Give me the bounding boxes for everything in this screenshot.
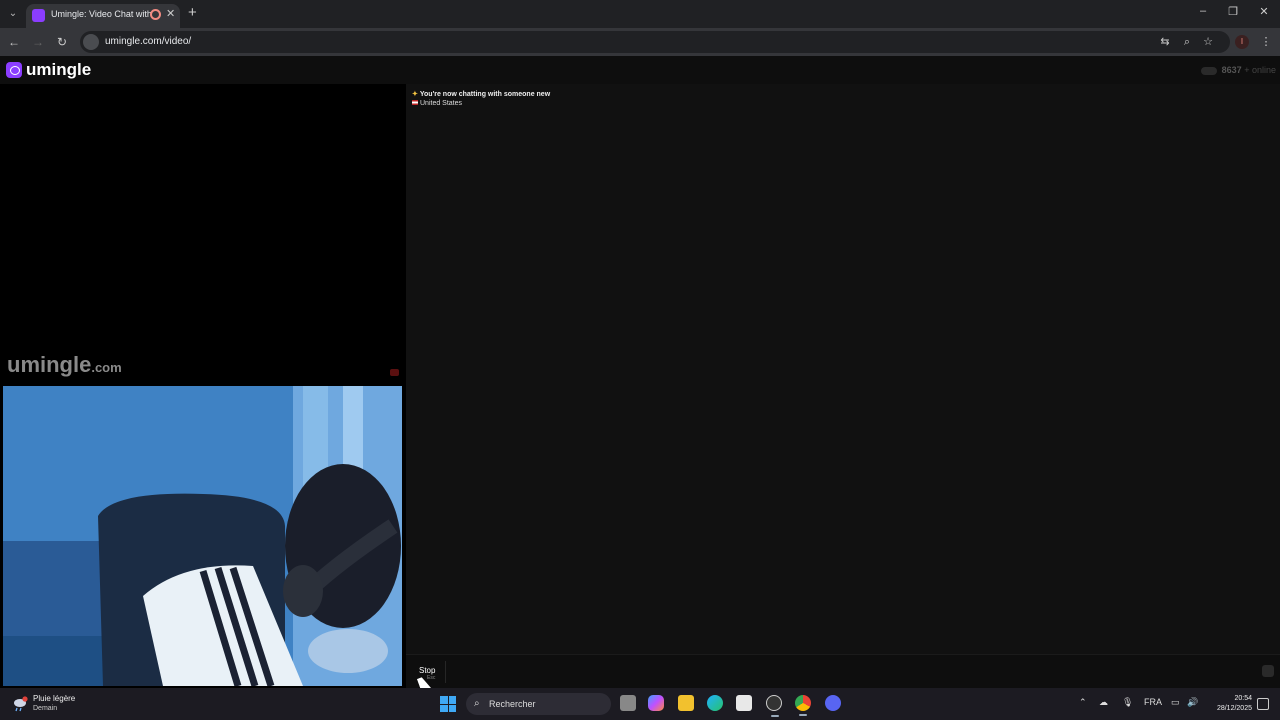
close-window-button[interactable]: ✕: [1254, 5, 1274, 18]
site-header: umingle 8637 + online: [0, 56, 1280, 84]
new-tab-button[interactable]: +: [188, 4, 197, 21]
online-counter: 8637 + online: [1201, 65, 1276, 75]
page-viewport: umingle 8637 + online umingle.com ✦ You'…: [0, 56, 1280, 688]
weather-condition[interactable]: Pluie légère: [33, 694, 75, 703]
self-camera-frame: [3, 386, 402, 686]
restore-button[interactable]: ❐: [1223, 5, 1243, 18]
browser-tab-active[interactable]: Umingle: Video Chat with S ✕: [26, 4, 180, 28]
browser-titlebar: ⌄ Umingle: Video Chat with S ✕ + – ❐ ✕: [0, 0, 1280, 28]
minimize-button[interactable]: –: [1193, 5, 1213, 17]
notification-center-icon[interactable]: [1257, 698, 1269, 710]
back-icon[interactable]: ←: [6, 34, 22, 50]
tab-list-icon[interactable]: ⌄: [4, 5, 22, 23]
copilot-icon[interactable]: [648, 695, 664, 711]
vpn-icon[interactable]: [766, 695, 782, 717]
send-icon[interactable]: [1262, 665, 1274, 677]
bookmark-star-icon[interactable]: ☆: [1201, 35, 1215, 49]
search-placeholder: Rechercher: [489, 699, 536, 709]
us-flag-icon: [412, 100, 418, 105]
system-clock[interactable]: 20:54 28/12/2025: [1206, 694, 1252, 714]
zoom-icon[interactable]: ⌕: [1180, 35, 1194, 49]
file-explorer-icon[interactable]: [678, 695, 694, 711]
windows-start-icon[interactable]: [440, 696, 456, 712]
stop-label: Stop: [419, 666, 436, 675]
sparkle-icon: ✦: [412, 91, 418, 98]
online-plus: +: [1244, 65, 1250, 75]
task-view-icon[interactable]: [620, 695, 636, 711]
browser-toolbar: ← → ↻ umingle.com/video/ ⇆ ⌕ ☆ I ⋮: [0, 28, 1280, 56]
address-bar[interactable]: umingle.com/video/: [80, 31, 1230, 53]
online-label: online: [1251, 65, 1276, 75]
discord-icon[interactable]: [825, 695, 841, 711]
report-flag-icon[interactable]: [390, 369, 399, 376]
recording-indicator-icon: [150, 9, 161, 20]
forward-icon[interactable]: →: [30, 34, 46, 50]
chat-input-bar: Stop Esc: [406, 654, 1280, 688]
video-pane: umingle.com: [0, 84, 406, 688]
store-icon[interactable]: [736, 695, 752, 711]
network-icon[interactable]: ▭: [1171, 697, 1180, 708]
windows-taskbar: Pluie légère Demain ⌕ Rechercher ⌃ ☁ 🎙 F…: [0, 688, 1280, 720]
system-message-text: You're now chatting with someone new: [419, 91, 551, 98]
site-info-icon[interactable]: [83, 34, 99, 50]
menu-icon[interactable]: ⋮: [1259, 35, 1273, 49]
reload-icon[interactable]: ↻: [54, 34, 70, 50]
weather-when[interactable]: Demain: [33, 705, 57, 712]
chat-bubble-logo-icon[interactable]: [6, 62, 22, 78]
tab-close-icon[interactable]: ✕: [166, 7, 175, 20]
search-icon: ⌕: [474, 698, 480, 709]
umingle-favicon-icon: [32, 9, 45, 22]
rain-cloud-icon[interactable]: [12, 696, 28, 712]
profile-avatar[interactable]: I: [1235, 35, 1249, 49]
microphone-icon[interactable]: 🎙: [1122, 697, 1133, 708]
edge-icon[interactable]: [707, 695, 723, 711]
online-count: 8637: [1221, 65, 1242, 75]
watermark-name: umingle: [7, 352, 92, 377]
tray-overflow-icon[interactable]: ⌃: [1079, 697, 1087, 708]
system-message: ✦ You're now chatting with someone new: [412, 90, 550, 98]
clock-date: 28/12/2025: [1216, 705, 1252, 712]
clock-time: 20:54: [1234, 695, 1252, 702]
url-text: umingle.com/video/: [105, 36, 192, 47]
translate-icon[interactable]: ⇆: [1158, 35, 1172, 49]
watermark-suffix: .com: [91, 360, 122, 375]
onedrive-icon[interactable]: ☁: [1099, 697, 1108, 708]
stranger-video: [0, 84, 406, 356]
site-logo[interactable]: umingle: [26, 60, 91, 80]
theme-toggle[interactable]: [1201, 66, 1218, 75]
chat-panel: ✦ You're now chatting with someone new Un…: [406, 84, 1280, 654]
country-name: United States: [420, 100, 463, 107]
taskbar-search[interactable]: ⌕ Rechercher: [466, 693, 611, 715]
chrome-icon[interactable]: [795, 695, 811, 716]
language-indicator[interactable]: FRA: [1144, 697, 1162, 707]
volume-icon[interactable]: 🔊: [1187, 697, 1198, 708]
video-watermark: umingle.com: [7, 352, 122, 378]
self-camera-video: [3, 386, 402, 686]
partner-country: United States: [412, 100, 462, 107]
